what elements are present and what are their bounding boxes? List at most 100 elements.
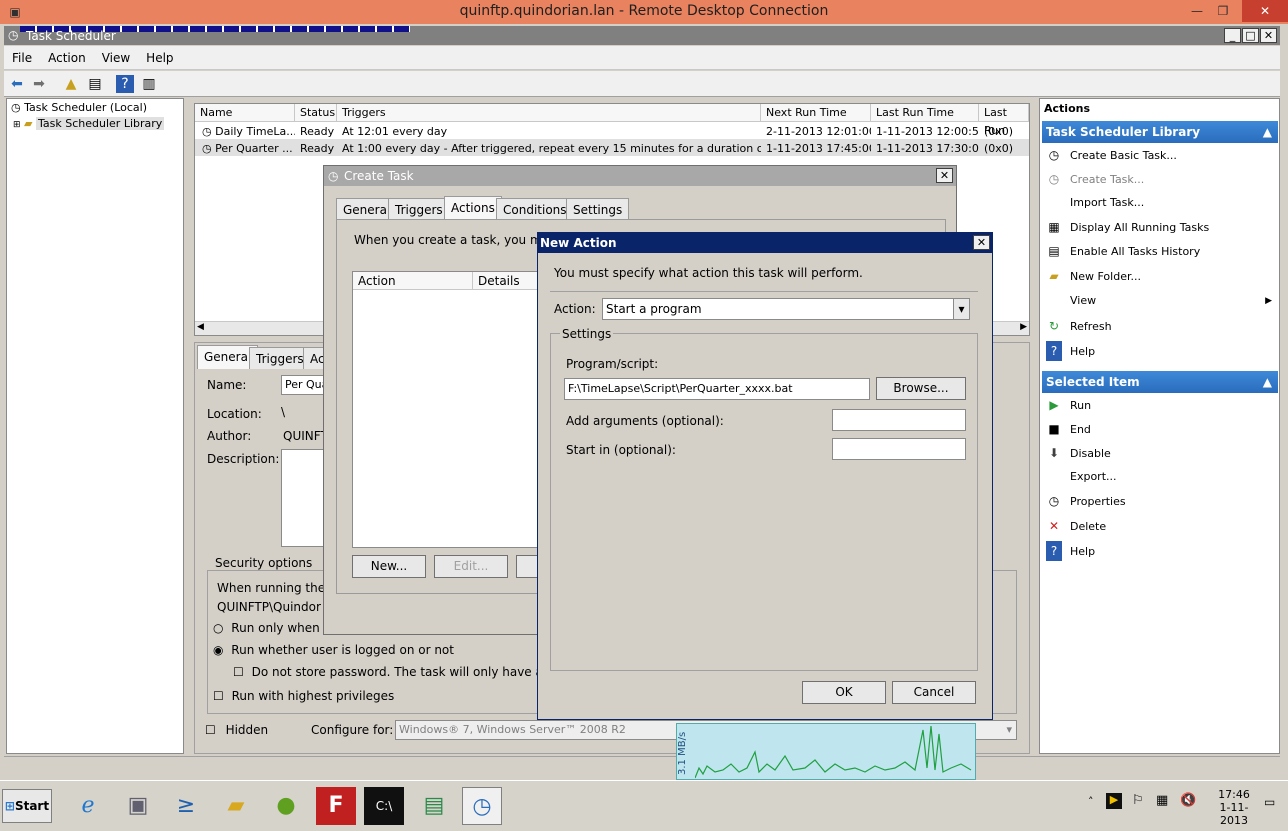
column-name[interactable]: Name (195, 104, 295, 122)
back-icon[interactable]: ⬅ (8, 75, 26, 93)
action-enable-history[interactable]: ▤ Enable All Tasks History (1046, 241, 1200, 261)
action-help-selected[interactable]: ? Help (1046, 541, 1095, 561)
menu-file[interactable]: File (4, 46, 40, 70)
scroll-right-icon[interactable]: ▶ (1020, 322, 1027, 332)
table-row[interactable]: ◷ Daily TimeLa... (197, 123, 295, 140)
task-scheduler-taskbar-icon[interactable]: ◷ (462, 787, 502, 825)
create-task-close-button[interactable]: ✕ (936, 168, 953, 183)
new-action-button[interactable]: New... (352, 555, 426, 578)
tree-root[interactable]: ◷ Task Scheduler (Local) (11, 101, 147, 114)
new-action-close-button[interactable]: ✕ (973, 235, 990, 250)
collapse-icon[interactable]: ▲ (1263, 371, 1272, 393)
window-minimize-button[interactable]: _ (1224, 28, 1241, 43)
start-button[interactable]: ⊞Start (2, 789, 52, 823)
radio-run-whether-logged-on[interactable]: ◉ Run whether user is logged on or not (213, 643, 454, 657)
add-arguments-input[interactable] (832, 409, 966, 431)
window-maximize-button[interactable]: □ (1242, 28, 1259, 43)
checkbox-hidden[interactable]: ☐ Hidden (205, 723, 268, 737)
table-row[interactable]: ◷ Per Quarter ... (197, 140, 295, 157)
column-last-run-time[interactable]: Last Run Time (871, 104, 979, 122)
action-display-running[interactable]: ▦ Display All Running Tasks (1046, 217, 1209, 237)
program-script-input[interactable]: F:\TimeLapse\Script\PerQuarter_xxxx.bat (564, 378, 870, 400)
cell-triggers: At 1:00 every day - After triggered, rep… (342, 142, 761, 155)
action-refresh[interactable]: ↻ Refresh (1046, 316, 1112, 336)
server-manager-icon[interactable]: ▣ (118, 787, 158, 825)
browse-button[interactable]: Browse... (876, 377, 966, 400)
library-section-header[interactable]: Task Scheduler Library ▲ (1042, 121, 1278, 143)
checkbox-label: Hidden (225, 723, 269, 737)
tab-settings[interactable]: Settings (566, 198, 630, 220)
show-hide-tree-icon[interactable]: ▤ (86, 75, 104, 93)
menu-help[interactable]: Help (138, 46, 181, 70)
name-field[interactable]: Per Qua (281, 375, 329, 395)
explorer-icon[interactable]: ▰ (216, 787, 256, 825)
start-in-input[interactable] (832, 438, 966, 460)
action-disable[interactable]: ⬇ Disable (1046, 443, 1111, 463)
ok-button[interactable]: OK (802, 681, 886, 704)
scroll-left-icon[interactable]: ◀ (197, 322, 204, 332)
menu-action[interactable]: Action (40, 46, 94, 70)
plex-icon[interactable]: ▶ (1106, 793, 1122, 809)
location-label: Location: (207, 407, 262, 421)
chevron-down-icon[interactable]: ▾ (1006, 721, 1012, 739)
action-properties[interactable]: ◷ Properties (1046, 491, 1126, 511)
volume-muted-icon[interactable]: 🔇 (1180, 793, 1196, 808)
window-close-button[interactable]: ✕ (1260, 28, 1277, 43)
restore-button[interactable]: ❐ (1208, 0, 1238, 22)
checkbox-do-not-store-password[interactable]: ☐ Do not store password. The task will o… (233, 665, 576, 679)
action-create-basic-task[interactable]: ◷ Create Basic Task... (1046, 145, 1177, 165)
close-button[interactable]: ✕ (1242, 0, 1288, 22)
column-last-run-result[interactable]: Last Run (979, 104, 1029, 137)
up-folder-icon[interactable]: ▲ (62, 75, 80, 93)
app-icon[interactable]: ● (266, 787, 306, 825)
show-hidden-icons-icon[interactable]: ˄ (1088, 795, 1094, 808)
collapse-icon[interactable]: ▲ (1263, 121, 1272, 143)
action-center-flag-icon[interactable]: ⚐ (1132, 793, 1144, 808)
powershell-icon[interactable]: ≥ (166, 787, 206, 825)
checkbox-highest-privileges[interactable]: ☐ Run with highest privileges (213, 689, 394, 703)
action-select[interactable]: Start a program ▾ (602, 298, 970, 320)
radio-label: Run whether user is logged on or not (231, 643, 454, 657)
column-status[interactable]: Status (295, 104, 337, 122)
show-hide-action-pane-icon[interactable]: ▥ (140, 75, 158, 93)
column-triggers[interactable]: Triggers (337, 104, 761, 122)
help-icon[interactable]: ? (116, 75, 134, 93)
tab-conditions[interactable]: Conditions (496, 198, 574, 220)
clock[interactable]: 17:46 1-11-2013 (1206, 788, 1262, 827)
network-icon[interactable]: ▦ (1156, 793, 1168, 808)
radio-run-only-logged-on[interactable]: ○ Run only when u (213, 621, 331, 635)
tree-library[interactable]: ⊞ ▰ Task Scheduler Library (13, 117, 165, 130)
cell-last-run: 1-11-2013 12:00:59 (876, 125, 979, 138)
action-delete[interactable]: ✕ Delete (1046, 516, 1106, 536)
action-view[interactable]: View ▶ (1046, 291, 1272, 311)
description-field[interactable] (281, 449, 329, 547)
tab-triggers[interactable]: Triggers (249, 347, 311, 369)
forward-icon[interactable]: ➡ (30, 75, 48, 93)
chevron-down-icon[interactable]: ▾ (953, 299, 969, 319)
expand-icon[interactable]: ⊞ (13, 120, 21, 130)
internet-explorer-icon[interactable]: ℯ (68, 787, 108, 825)
command-prompt-icon[interactable]: C:\ (364, 787, 404, 825)
selected-section-header[interactable]: Selected Item ▲ (1042, 371, 1278, 393)
action-create-task[interactable]: ◷ Create Task... (1046, 169, 1145, 189)
column-action[interactable]: Action (353, 272, 473, 290)
menu-view[interactable]: View (94, 46, 138, 70)
action-import-task[interactable]: Import Task... (1046, 193, 1144, 213)
action-help[interactable]: ? Help (1046, 341, 1095, 361)
tab-actions[interactable]: Actions (444, 196, 502, 220)
show-desktop-icon[interactable]: ▭ (1264, 795, 1275, 809)
action-new-folder[interactable]: ▰ New Folder... (1046, 266, 1141, 286)
action-export[interactable]: Export... (1046, 467, 1117, 487)
create-basic-task-icon: ◷ (1048, 148, 1060, 162)
settings-title: Settings (560, 327, 614, 341)
action-run[interactable]: ▶ Run (1046, 395, 1091, 415)
resource-monitor-icon[interactable]: ▤ (414, 787, 454, 825)
action-end[interactable]: ■ End (1046, 419, 1091, 439)
cancel-button[interactable]: Cancel (892, 681, 976, 704)
tab-triggers[interactable]: Triggers (388, 198, 450, 220)
action-label: Display All Running Tasks (1070, 221, 1210, 234)
column-next-run[interactable]: Next Run Time (761, 104, 871, 122)
filezilla-icon[interactable]: F (316, 787, 356, 825)
edit-action-button[interactable]: Edit... (434, 555, 508, 578)
cell-status: Ready (300, 125, 335, 138)
